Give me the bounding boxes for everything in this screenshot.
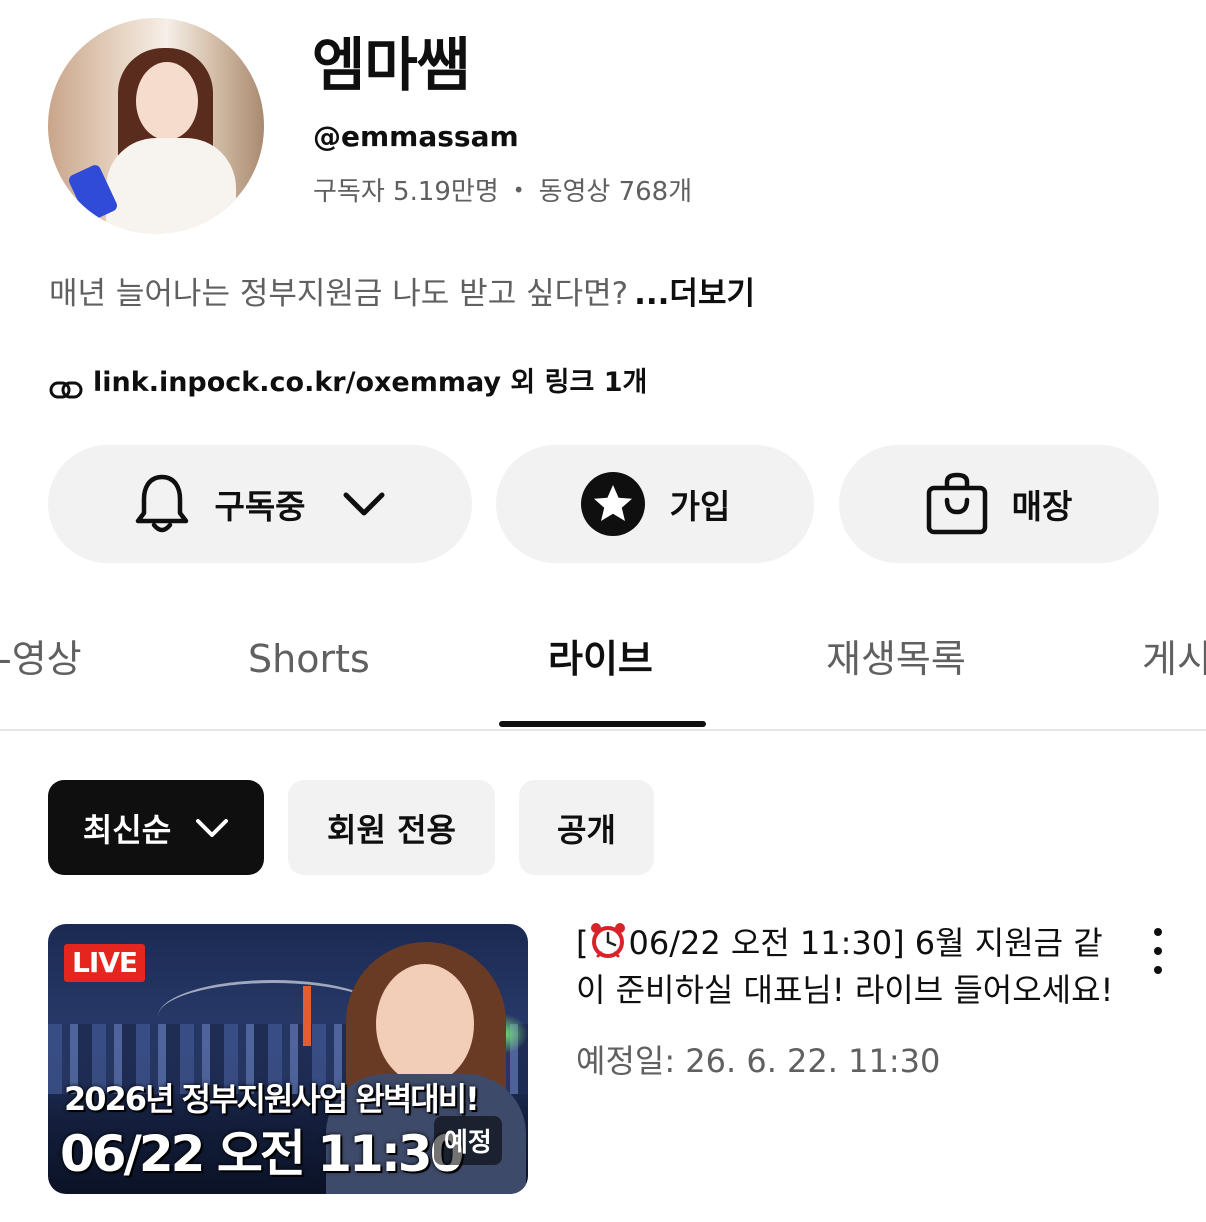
join-label: 가입 [669, 487, 731, 526]
chevron-down-icon [342, 491, 386, 517]
tab-posts[interactable]: 게시 [1142, 634, 1206, 684]
tab-playlists[interactable]: 재생목록 [826, 634, 966, 684]
thumbnail-datetime: 06/22 오전 11:30 [60, 1125, 464, 1183]
stats-separator: • [512, 178, 525, 202]
tab-shorts[interactable]: Shorts [248, 634, 370, 684]
thumbnail-scheduled-tag: 예정 [434, 1116, 502, 1165]
link-url[interactable]: link.inpock.co.kr/oxemmay [93, 364, 501, 402]
subscriber-count: 구독자 5.19만명 [313, 177, 499, 207]
tabs-divider [0, 729, 1206, 731]
link-extra: 외 링크 1개 [501, 367, 648, 398]
bell-icon [134, 471, 190, 537]
tab-live[interactable]: 라이브 [548, 634, 653, 684]
avatar-body [106, 138, 236, 234]
video-title[interactable]: [ 06/22 오전 11:30] 6월 지원금 같이 준비하실 대표님! 라이… [576, 920, 1116, 1011]
tab-videos[interactable]: -영상 [0, 634, 82, 684]
link-icon [49, 373, 83, 399]
chevron-down-icon [195, 818, 229, 838]
kebab-dot [1154, 947, 1162, 955]
video-thumbnail[interactable]: LIVE 2026년 정부지원사업 완벽대비! 06/22 오전 11:30 예… [48, 924, 528, 1194]
alarm-clock-icon [588, 920, 628, 970]
sort-label: 최신순 [82, 810, 172, 849]
more-vert-icon[interactable] [1140, 928, 1176, 974]
store-label: 매장 [1011, 487, 1073, 526]
store-button[interactable]: 매장 [839, 445, 1159, 563]
channel-name: 엠마쌤 [312, 31, 470, 99]
active-tab-indicator [499, 721, 706, 727]
title-bracket: [ [576, 924, 589, 962]
star-badge-icon [580, 471, 646, 537]
sort-chip[interactable]: 최신순 [48, 780, 264, 875]
channel-handle: @emmassam [313, 120, 519, 153]
channel-tabs: -영상 Shorts 라이브 재생목록 게시 [0, 620, 1206, 730]
subscribed-button[interactable]: 구독중 [48, 445, 472, 563]
thumbnail-tower [303, 986, 311, 1046]
kebab-dot [1154, 928, 1162, 936]
join-button[interactable]: 가입 [496, 445, 814, 563]
kebab-dot [1154, 966, 1162, 974]
live-badge: LIVE [64, 944, 146, 982]
more-button[interactable]: ...더보기 [634, 276, 755, 312]
subscribed-label: 구독중 [214, 487, 306, 526]
public-chip[interactable]: 공개 [519, 780, 654, 875]
channel-stats: 구독자 5.19만명 • 동영상 768개 [313, 174, 692, 211]
title-text: 06/22 오전 11:30] 6월 지원금 같이 준비하실 대표님! 라이브 … [576, 924, 1114, 1009]
video-count: 동영상 768개 [538, 177, 693, 207]
channel-avatar[interactable] [48, 18, 264, 234]
thumbnail-host-face [376, 964, 474, 1084]
avatar-face [136, 62, 198, 140]
scheduled-date: 예정일: 26. 6. 22. 11:30 [576, 1042, 941, 1080]
description-text: 매년 늘어나는 정부지원금 나도 받고 싶다면? [49, 276, 629, 312]
shopping-bag-icon [926, 472, 988, 536]
members-only-chip[interactable]: 회원 전용 [288, 780, 495, 875]
channel-description[interactable]: 매년 늘어나는 정부지원금 나도 받고 싶다면? ...더보기 [49, 272, 755, 316]
channel-links[interactable]: link.inpock.co.kr/oxemmay 외 링크 1개 [49, 364, 647, 402]
